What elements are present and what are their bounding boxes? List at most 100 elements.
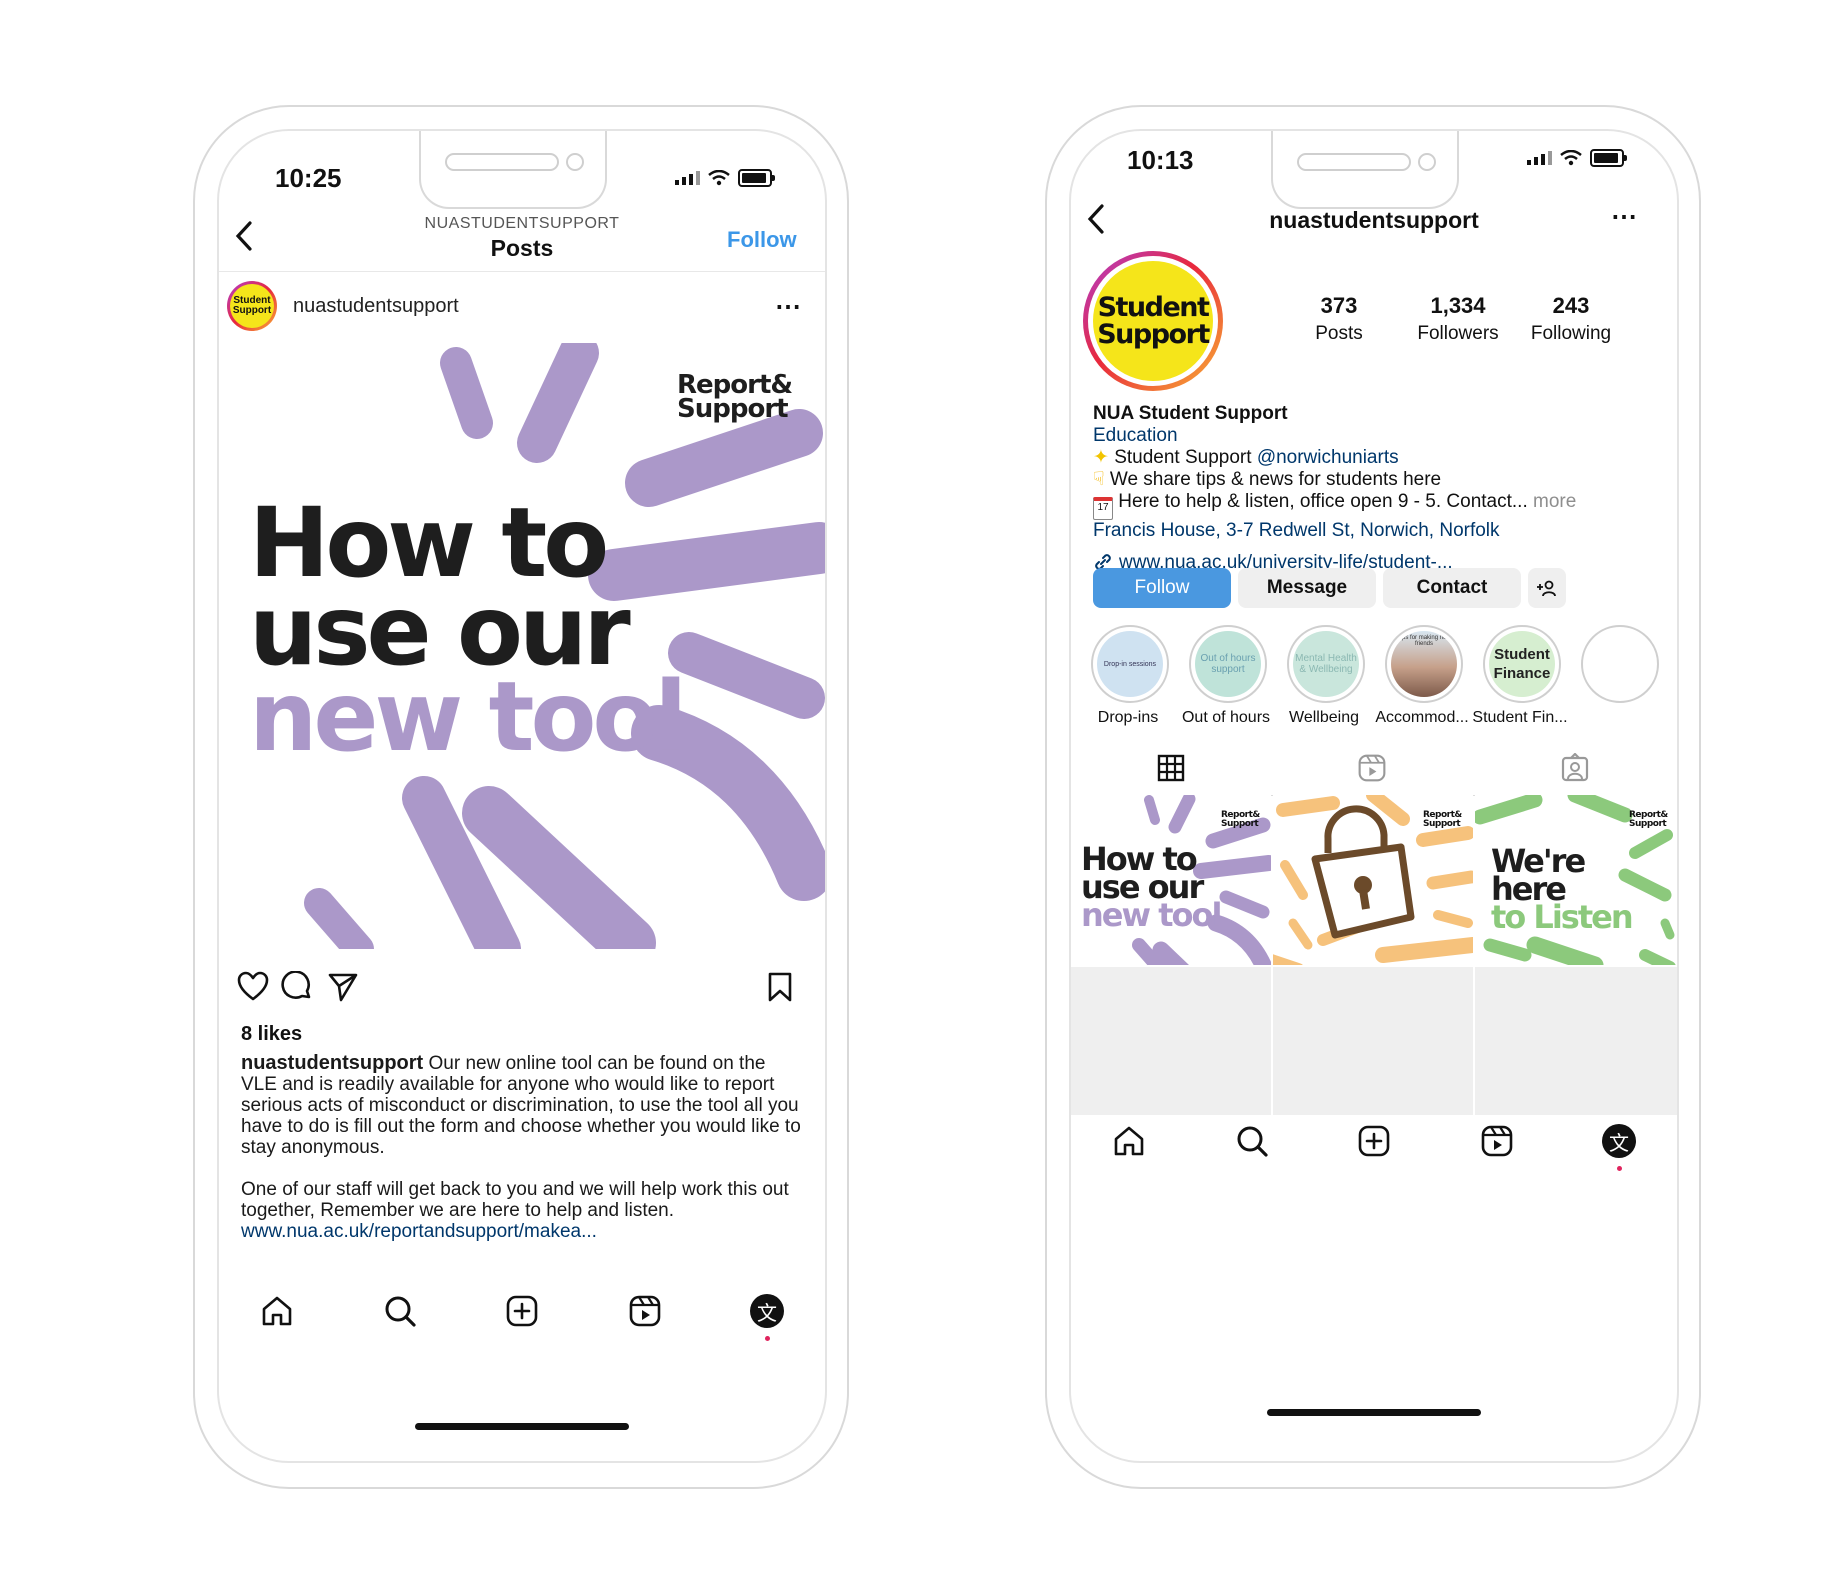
like-button[interactable] <box>237 971 269 1006</box>
grid-post-2[interactable]: Report& Support <box>1273 795 1473 965</box>
highlight-cover: Out of hours support <box>1195 631 1261 697</box>
highlight-label: Wellbeing <box>1289 709 1359 726</box>
left-phone-screen: 10:25 NUASTUDENTSUPPORT Posts Follow Stu… <box>217 129 827 1463</box>
message-button[interactable]: Message <box>1238 568 1376 608</box>
bio-line-3: 17 Here to help & listen, office open 9 … <box>1093 491 1663 520</box>
bio-more[interactable]: more <box>1533 491 1576 512</box>
contact-button[interactable]: Contact <box>1383 568 1521 608</box>
stat-value: 1,334 <box>1430 293 1486 318</box>
profile-address[interactable]: Francis House, 3-7 Redwell St, Norwich, … <box>1093 520 1663 542</box>
caption-username[interactable]: nuastudentsupport <box>241 1052 423 1074</box>
notification-dot <box>765 1336 770 1341</box>
home-indicator[interactable] <box>1267 1409 1481 1416</box>
highlight-label: Drop-ins <box>1097 709 1159 726</box>
header-username: nuastudentsupport <box>1269 207 1479 233</box>
right-phone-screen: 10:13 nuastudentsupport ⋯ Student Suppor… <box>1069 129 1679 1463</box>
add-icon[interactable] <box>1356 1123 1392 1159</box>
grid-post-3[interactable]: Report& Support We're here to Listen <box>1475 795 1677 965</box>
notification-dot <box>1617 1166 1622 1171</box>
header-divider <box>219 271 825 272</box>
stat-following[interactable]: 243 Following <box>1511 293 1631 345</box>
avatar-logo: Student Support <box>230 284 274 328</box>
bio-text: We share tips & news for students here <box>1109 469 1442 490</box>
highlight-student-finance[interactable]: Student Finance <box>1483 625 1561 703</box>
caption-text-2: One of our staff will get back to you an… <box>241 1179 789 1221</box>
author-avatar[interactable]: Student Support <box>227 281 277 331</box>
bookmark-icon <box>768 972 792 1002</box>
status-time: 10:25 <box>275 163 342 193</box>
more-options-icon[interactable]: ⋯ <box>775 291 802 322</box>
highlight-cover: Drop-in sessions <box>1097 631 1163 697</box>
tile-brand: Report& Support <box>1629 810 1668 829</box>
highlight-wellbeing[interactable]: Mental Health & Wellbeing <box>1287 625 1365 703</box>
follow-link[interactable]: Follow <box>727 227 797 253</box>
bio-mention[interactable]: @norwichuniarts <box>1257 447 1399 468</box>
tile-brand: Report& Support <box>1423 810 1462 829</box>
highlight-accommodation[interactable]: Tips for making new friends <box>1385 625 1463 703</box>
tagged-user-icon <box>1561 753 1589 782</box>
home-indicator[interactable] <box>415 1423 629 1430</box>
search-icon[interactable] <box>1234 1123 1270 1159</box>
bio-line-1: ✦ Student Support @norwichuniarts <box>1093 447 1663 469</box>
right-notch <box>1271 131 1459 209</box>
save-button[interactable] <box>767 971 793 1008</box>
highlight-drop-ins[interactable]: Drop-in sessions <box>1091 625 1169 703</box>
post-image[interactable]: Report& Support How to use our new tool <box>219 343 825 949</box>
home-icon[interactable] <box>1111 1123 1147 1159</box>
likes-count[interactable]: 8 likes <box>241 1023 302 1046</box>
grid-icon <box>1157 754 1185 782</box>
tab-reels[interactable] <box>1271 741 1473 796</box>
profile-avatar-logo: Student Support <box>1093 261 1213 381</box>
battery-icon <box>1590 149 1627 167</box>
stat-followers[interactable]: 1,334 Followers <box>1393 293 1523 345</box>
tile-brand: Report& Support <box>1221 810 1260 829</box>
highlight-cover: Student Finance <box>1489 631 1555 697</box>
heart-icon <box>237 971 269 1001</box>
reels-icon[interactable] <box>627 1293 663 1329</box>
comment-button[interactable] <box>281 970 313 1008</box>
wifi-icon <box>1560 150 1582 166</box>
highlight-label: Out of hours <box>1181 709 1271 726</box>
bottom-nav: 文 <box>259 1293 785 1341</box>
stat-value: 243 <box>1552 293 1590 318</box>
follow-button[interactable]: Follow <box>1093 568 1231 608</box>
status-icons <box>1527 149 1627 167</box>
signal-icon <box>675 171 700 185</box>
left-notch <box>419 131 607 209</box>
bio-text: Student Support <box>1114 447 1252 468</box>
highlight-partial[interactable] <box>1581 625 1659 703</box>
grid-empty-area <box>1071 967 1677 1115</box>
stat-label: Following <box>1530 323 1612 344</box>
caption-link[interactable]: www.nua.ac.uk/reportandsupport/makea... <box>241 1221 801 1242</box>
add-user-icon <box>1537 580 1556 597</box>
tab-tagged[interactable] <box>1473 741 1677 796</box>
highlight-cover: Mental Health & Wellbeing <box>1293 631 1359 697</box>
more-options-icon[interactable]: ⋯ <box>1611 201 1637 232</box>
author-username[interactable]: nuastudentsupport <box>293 295 459 318</box>
profile-icon[interactable]: 文 <box>1601 1123 1637 1171</box>
bio-text: Here to help & listen, office open 9 - 5… <box>1118 491 1528 512</box>
tile-title-3: new tool <box>1081 896 1222 934</box>
suggest-user-button[interactable] <box>1528 568 1566 608</box>
battery-icon <box>738 169 775 187</box>
profile-category: Education <box>1093 425 1178 446</box>
add-icon[interactable] <box>504 1293 540 1329</box>
post-caption: nuastudentsupport Our new online tool ca… <box>241 1052 801 1243</box>
highlight-label: Student Fin... <box>1472 709 1568 726</box>
profile-icon[interactable]: 文 <box>749 1293 785 1341</box>
home-icon[interactable] <box>259 1293 295 1329</box>
share-button[interactable] <box>327 971 359 1008</box>
highlight-out-of-hours[interactable]: Out of hours support <box>1189 625 1267 703</box>
profile-name: NUA Student Support <box>1093 403 1288 424</box>
profile-avatar[interactable]: Student Support <box>1083 251 1223 391</box>
post-brand-logo: Report& Support <box>677 370 793 424</box>
search-icon[interactable] <box>382 1293 418 1329</box>
stat-posts[interactable]: 373 Posts <box>1289 293 1389 345</box>
tab-grid[interactable] <box>1071 741 1271 797</box>
post-title-line3: new tool <box>249 661 687 773</box>
comment-icon <box>281 970 311 999</box>
pointing-hand-icon: ☟ <box>1093 469 1105 490</box>
highlight-cover: Tips for making new friends <box>1391 631 1457 697</box>
reels-icon[interactable] <box>1479 1123 1515 1159</box>
grid-post-1[interactable]: Report& Support How to use our new tool <box>1071 795 1271 965</box>
